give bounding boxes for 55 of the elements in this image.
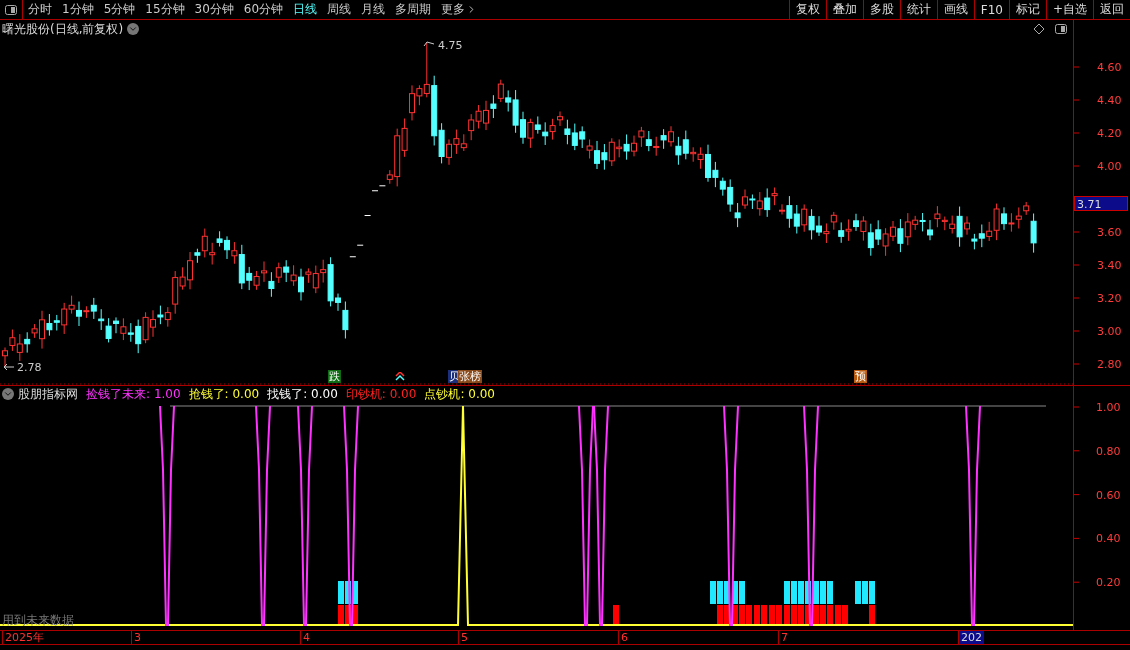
toolbar-button[interactable]: +自选 [1045,0,1093,19]
series-label: 点钞机: 0.00 [424,385,495,403]
price-axis-label: 4.60 [1097,61,1122,74]
indicator-axis-label: 0.40 [1096,532,1121,546]
chart-title: 曙光股份(日线,前复权) [2,20,124,38]
date-label: 7 [778,631,790,644]
indicator-axis-label: 0.20 [1096,576,1121,590]
current-price-tag: 3.71 [1074,196,1128,211]
series-label: 找钱了: 0.00 [267,385,338,403]
series-label: 捡钱了未来: 1.00 [86,385,181,403]
signal-badge: 预 [854,370,867,383]
toolbar-button[interactable]: 画线 [936,0,974,19]
price-axis-label: 2.80 [1097,358,1122,371]
toolbar-button[interactable]: 标记 [1008,0,1046,19]
period-tab[interactable]: 更多 [436,0,483,19]
date-label: 202 [958,631,984,644]
price-axis-label: 3.00 [1097,325,1122,338]
toolbar-button[interactable]: 统计 [899,0,937,19]
period-tab[interactable]: 日线 [288,0,323,19]
indicator-axis-label: 0.80 [1096,444,1121,458]
indicator-name: 股朋指标网 [18,385,78,403]
signal-badge: 跌 [328,370,341,383]
low-price-label: 2.78 [17,361,42,374]
price-axis-label: 3.20 [1097,292,1122,305]
date-label: 5 [458,631,470,644]
period-tab[interactable]: 月线 [356,0,391,19]
period-tab[interactable]: 15分钟 [140,0,190,19]
period-tab[interactable]: 多周期 [390,0,437,19]
signal-badge: 张榜 [458,370,482,383]
date-label: 3 [131,631,143,644]
series-label: 抢钱了: 0.00 [188,385,260,403]
date-label: 6 [618,631,630,644]
price-axis-label: 4.00 [1097,160,1122,173]
toolbar-button[interactable]: F10 [973,0,1009,19]
period-tab[interactable]: 1分钟 [57,0,99,19]
price-axis-label: 4.40 [1097,94,1122,107]
toolbar-button[interactable]: 返回 [1093,0,1130,19]
price-axis-label: 3.60 [1097,226,1122,239]
date-label: 2025年 [2,631,46,644]
toolbar-button[interactable]: 叠加 [825,0,863,19]
period-tab[interactable]: 分时 [23,0,57,19]
price-axis-label: 4.20 [1097,127,1122,140]
date-label: 4 [300,631,312,644]
toolbar-button[interactable]: 多股 [862,0,900,19]
indicator-axis-label: 0.60 [1096,488,1121,502]
high-price-label: 4.75 [438,39,463,52]
period-tab[interactable]: 5分钟 [98,0,141,19]
toolbar-button[interactable]: 复权 [788,0,826,19]
period-tab[interactable]: 周线 [322,0,357,19]
warning-note: 用到未来数据 [2,612,74,629]
series-label: 印钞机: 0.00 [345,385,417,403]
price-axis-label: 3.40 [1097,259,1122,272]
period-tab[interactable]: 30分钟 [189,0,239,19]
period-tab[interactable]: 60分钟 [238,0,289,19]
indicator-axis-label: 1.00 [1096,401,1121,414]
